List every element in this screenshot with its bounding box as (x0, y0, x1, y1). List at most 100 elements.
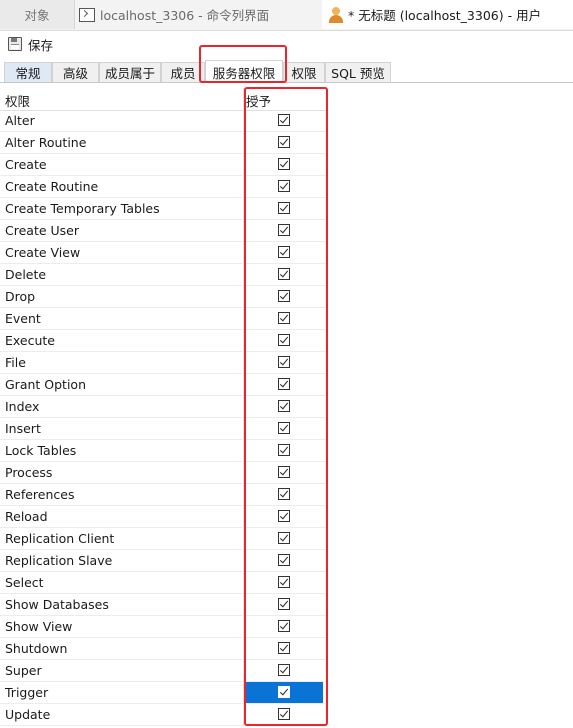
grant-checkbox[interactable] (278, 466, 290, 478)
grant-cell[interactable] (246, 132, 323, 153)
grant-cell[interactable] (246, 242, 323, 263)
grant-cell[interactable] (246, 110, 323, 131)
grant-cell[interactable] (246, 440, 323, 461)
grant-checkbox[interactable] (278, 400, 290, 412)
grant-cell[interactable] (246, 528, 323, 549)
grant-cell[interactable] (246, 352, 323, 373)
grant-checkbox[interactable] (278, 268, 290, 280)
grant-checkbox[interactable] (278, 554, 290, 566)
grant-checkbox[interactable] (278, 312, 290, 324)
grant-checkbox[interactable] (278, 598, 290, 610)
table-row[interactable]: Create User (0, 220, 327, 242)
grant-cell[interactable] (246, 550, 323, 571)
table-row[interactable]: Drop (0, 286, 327, 308)
privilege-name: Grant Option (5, 377, 86, 392)
table-row[interactable]: Create Routine (0, 176, 327, 198)
privilege-name: Replication Client (5, 531, 115, 546)
grant-checkbox[interactable] (278, 158, 290, 170)
header-grant[interactable]: 授予 (246, 91, 271, 110)
grant-checkbox[interactable] (278, 290, 290, 302)
table-row[interactable]: Create (0, 154, 327, 176)
table-row[interactable]: Alter (0, 110, 327, 132)
table-row[interactable]: Index (0, 396, 327, 418)
terminal-icon (79, 7, 95, 22)
grant-cell[interactable] (246, 286, 323, 307)
table-row[interactable]: Grant Option (0, 374, 327, 396)
grant-checkbox[interactable] (278, 422, 290, 434)
tab-command-line[interactable]: localhost_3306 - 命令列界面 (75, 0, 323, 29)
table-row[interactable]: Lock Tables (0, 440, 327, 462)
grant-checkbox[interactable] (278, 334, 290, 346)
table-row[interactable]: Shutdown (0, 638, 327, 660)
tab-user-editor[interactable]: * 无标题 (localhost_3306) - 用户 (322, 0, 573, 29)
tab-sql-preview[interactable]: SQL 预览 (325, 62, 391, 82)
grant-cell[interactable] (246, 682, 323, 703)
grant-checkbox[interactable] (278, 488, 290, 500)
tab-general[interactable]: 常规 (4, 62, 52, 82)
privilege-name: Replication Slave (5, 553, 113, 568)
table-row[interactable]: Show View (0, 616, 327, 638)
table-row[interactable]: Trigger (0, 682, 327, 704)
grant-cell[interactable] (246, 418, 323, 439)
tab-member-of[interactable]: 成员属于 (99, 62, 161, 82)
table-row[interactable]: Select (0, 572, 327, 594)
tab-objects[interactable]: 对象 (0, 0, 75, 29)
grant-checkbox[interactable] (278, 378, 290, 390)
table-row[interactable]: Reload (0, 506, 327, 528)
grant-checkbox[interactable] (278, 356, 290, 368)
grant-checkbox[interactable] (278, 686, 290, 698)
grant-cell[interactable] (246, 396, 323, 417)
grant-checkbox[interactable] (278, 136, 290, 148)
tab-privileges[interactable]: 权限 (283, 62, 325, 82)
grant-checkbox[interactable] (278, 246, 290, 258)
save-button[interactable]: 保存 (8, 35, 53, 54)
grant-cell[interactable] (246, 572, 323, 593)
grant-checkbox[interactable] (278, 180, 290, 192)
grant-checkbox[interactable] (278, 510, 290, 522)
grant-checkbox[interactable] (278, 444, 290, 456)
table-row[interactable]: Insert (0, 418, 327, 440)
table-row[interactable]: Execute (0, 330, 327, 352)
table-row[interactable]: Process (0, 462, 327, 484)
table-row[interactable]: References (0, 484, 327, 506)
grant-checkbox[interactable] (278, 642, 290, 654)
table-row[interactable]: Super (0, 660, 327, 682)
table-row[interactable]: Replication Client (0, 528, 327, 550)
grant-checkbox[interactable] (278, 664, 290, 676)
grant-checkbox[interactable] (278, 576, 290, 588)
grant-checkbox[interactable] (278, 532, 290, 544)
table-row[interactable]: Delete (0, 264, 327, 286)
grant-cell[interactable] (246, 374, 323, 395)
grant-cell[interactable] (246, 506, 323, 527)
grant-cell[interactable] (246, 594, 323, 615)
grant-cell[interactable] (246, 154, 323, 175)
grant-checkbox[interactable] (278, 202, 290, 214)
grant-cell[interactable] (246, 308, 323, 329)
grant-checkbox[interactable] (278, 620, 290, 632)
grant-cell[interactable] (246, 462, 323, 483)
grant-cell[interactable] (246, 220, 323, 241)
header-privilege[interactable]: 权限 (5, 91, 30, 110)
grant-checkbox[interactable] (278, 114, 290, 126)
grant-cell[interactable] (246, 704, 323, 725)
table-row[interactable]: File (0, 352, 327, 374)
grant-cell[interactable] (246, 484, 323, 505)
table-row[interactable]: Show Databases (0, 594, 327, 616)
grant-cell[interactable] (246, 198, 323, 219)
grant-cell[interactable] (246, 330, 323, 351)
table-row[interactable]: Alter Routine (0, 132, 327, 154)
grant-checkbox[interactable] (278, 708, 290, 720)
grant-cell[interactable] (246, 638, 323, 659)
table-row[interactable]: Create Temporary Tables (0, 198, 327, 220)
tab-highlight-box (199, 45, 287, 83)
tab-advanced[interactable]: 高级 (52, 62, 99, 82)
grant-cell[interactable] (246, 264, 323, 285)
grant-cell[interactable] (246, 660, 323, 681)
table-row[interactable]: Replication Slave (0, 550, 327, 572)
grant-cell[interactable] (246, 616, 323, 637)
grant-checkbox[interactable] (278, 224, 290, 236)
table-row[interactable]: Event (0, 308, 327, 330)
table-row[interactable]: Create View (0, 242, 327, 264)
grant-cell[interactable] (246, 176, 323, 197)
table-row[interactable]: Update (0, 704, 327, 726)
